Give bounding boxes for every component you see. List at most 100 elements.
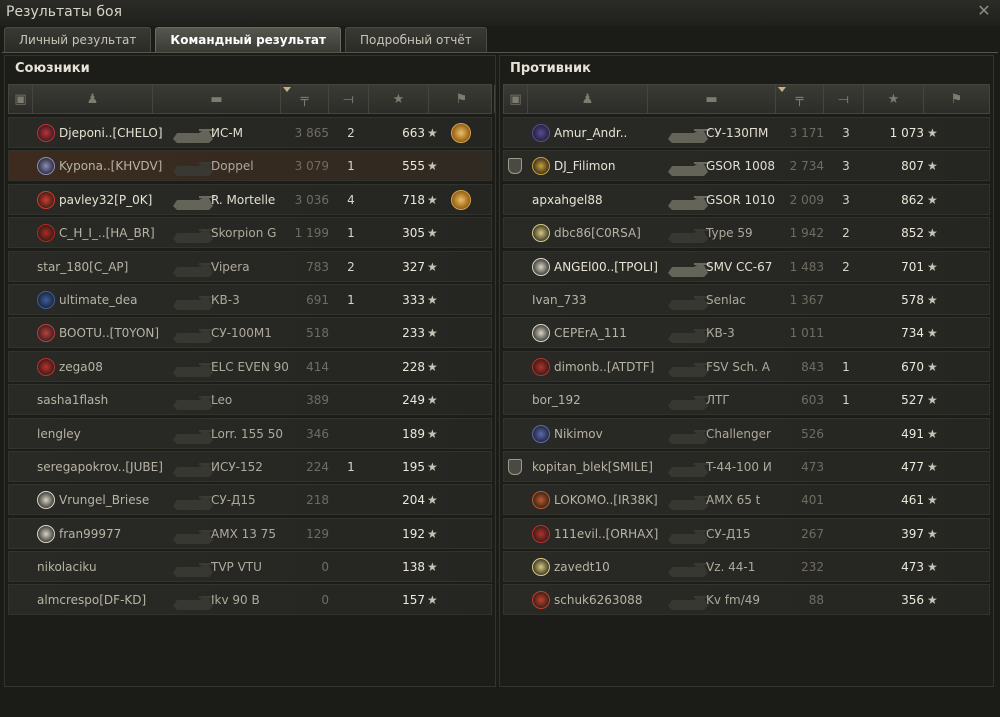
player-row[interactable]: Nikimov Challenger 526 491 ★	[503, 417, 990, 450]
wreath-clan-icon	[532, 491, 550, 510]
player-row[interactable]: lengley Lorr. 155 50 346 189 ★	[8, 417, 492, 450]
kills-value	[834, 552, 858, 583]
tab-detailed-report[interactable]: Подробный отчёт	[344, 27, 487, 52]
player-row[interactable]: dbc86[C0RSA] Type 59 1 942 2 852 ★	[503, 217, 990, 249]
player-row[interactable]: DJ_Filimon GSOR 1008 2 734 3 807 ★	[503, 150, 990, 182]
column-header-4[interactable]: ⟞	[824, 85, 864, 113]
column-header-1[interactable]: ♟	[33, 85, 153, 113]
column-header-2[interactable]: ▬	[153, 85, 281, 113]
xp-value: 305	[402, 226, 425, 241]
player-name[interactable]: nikolaciku	[37, 552, 167, 583]
player-row[interactable]: Kypona..[KHVDV] Doppel 3 079 1 555 ★	[8, 150, 492, 182]
player-name[interactable]: almcrespo[DF-KD]	[37, 585, 167, 616]
tab-team-result[interactable]: Командный результат	[155, 27, 341, 52]
player-row[interactable]: zavedt10 Vz. 44-1 232 473 ★	[503, 551, 990, 583]
player-name[interactable]: lengley	[37, 419, 167, 450]
medal-icon[interactable]	[451, 189, 471, 210]
diamond-clan-icon	[37, 357, 55, 376]
damage-value: 691	[306, 292, 329, 307]
player-row[interactable]: ANGEl00..[TPOLI] SMV CC-67 1 483 2 701 ★	[503, 250, 990, 282]
column-header-3[interactable]: ╤	[776, 85, 824, 113]
xp-star-icon: ★	[927, 560, 938, 575]
player-row[interactable]: apxahgel88 GSOR 1010 2 009 3 862 ★	[503, 183, 990, 216]
kills-value	[834, 485, 858, 516]
xp-star-icon: ★	[427, 192, 438, 207]
tank-icon	[664, 188, 712, 214]
player-row[interactable]: Amur_Andr.. СУ-130ПМ 3 171 3 1 073 ★	[503, 117, 990, 148]
player-name[interactable]: sasha1flash	[37, 385, 167, 416]
close-icon[interactable]: ✕	[974, 1, 994, 21]
column-header-5[interactable]: ★	[369, 85, 429, 113]
player-row[interactable]: fran99977 AMX 13 75 129 192 ★	[8, 517, 492, 549]
damage-value: 0	[321, 593, 329, 608]
tank-icon	[169, 355, 217, 381]
column-header-0[interactable]: ▣	[504, 85, 528, 113]
red-white-clan-icon	[37, 324, 55, 343]
b-badge-clan-icon	[532, 124, 550, 142]
kills-value	[834, 519, 858, 550]
damage-value: 473	[801, 459, 824, 474]
kills-value	[834, 419, 858, 450]
column-header-6[interactable]: ⚑	[429, 85, 495, 113]
player-row[interactable]: Djeponi..[CHELO] ИС-М 3 865 2 663 ★	[8, 117, 492, 148]
damage-value: 389	[306, 393, 329, 408]
xp-star-icon: ★	[927, 426, 938, 441]
damage-value: 518	[306, 326, 329, 341]
column-header-2[interactable]: ▬	[648, 85, 776, 113]
tab-personal-result[interactable]: Личный результат	[4, 27, 152, 52]
damage-value: 1 942	[789, 226, 824, 241]
player-row[interactable]: Vrungel_Briese СУ-Д15 218 204 ★	[8, 484, 492, 516]
allies-title: Союзники	[15, 61, 90, 76]
player-row[interactable]: star_180[C_AP] Vipera 783 2 327 ★	[8, 250, 492, 283]
column-header-6[interactable]: ⚑	[924, 85, 990, 113]
player-row[interactable]: dimonb..[ATDTF] FSV Sch. A 843 1 670 ★	[503, 350, 990, 382]
player-row[interactable]: C_H_I_..[HA_BR] Skorpion G1 199 1 305 ★	[8, 217, 492, 249]
player-row[interactable]: zega08 ELC EVEN 90 414 228 ★	[8, 350, 492, 382]
sort-arrow-icon[interactable]	[283, 87, 291, 92]
player-row[interactable]: ultimate_dea КВ-3 691 1 333 ★	[8, 283, 492, 315]
xp-value: 228	[402, 359, 425, 374]
rank-badge-icon: ▣	[509, 91, 522, 107]
tank-icon	[664, 455, 712, 481]
sort-arrow-icon[interactable]	[778, 87, 786, 92]
player-row[interactable]: seregapokrov..[JUBE] ИСУ-152 224 1 195 ★	[8, 450, 492, 483]
tank-icon	[169, 121, 217, 147]
kills-value: 1	[842, 359, 850, 374]
player-name[interactable]: seregapokrov..[JUBE]	[37, 452, 167, 483]
player-row[interactable]: kopitan_blek[SMILE] T-44-100 И 473 477 ★	[503, 450, 990, 483]
xp-value: 195	[402, 459, 425, 474]
diamond-clan-icon	[532, 324, 550, 343]
damage-gun-icon: ╤	[795, 91, 804, 107]
column-header-5[interactable]: ★	[864, 85, 924, 113]
player-row[interactable]: nikolaciku TVP VTU 0 138 ★	[8, 551, 492, 583]
kills-value: 1	[842, 393, 850, 408]
tank-icon	[169, 455, 217, 481]
column-header-3[interactable]: ╤	[281, 85, 329, 113]
player-name[interactable]: bor_192	[532, 385, 662, 416]
player-row[interactable]: almcrespo[DF-KD] Ikv 90 B 0 157 ★	[8, 584, 492, 616]
player-name[interactable]: apxahgel88	[532, 185, 662, 216]
player-row[interactable]: LOKOMO..[IR38K] AMX 65 t 401 461 ★	[503, 484, 990, 516]
player-row[interactable]: BOOTU..[T0YON] СУ-100М1 518 233 ★	[8, 317, 492, 349]
player-row[interactable]: Ivan_733 Senlac 1 367 578 ★	[503, 283, 990, 316]
player-row[interactable]: pavley32[P_0K] R. Mortelle 3 036 4 718 ★	[8, 183, 492, 215]
medal-icon[interactable]	[451, 123, 471, 143]
player-row[interactable]: bor_192 ЛТГ 603 1 527 ★	[503, 384, 990, 416]
player-row[interactable]: СЕРЕrA_111 КВ-3 1 011 734 ★	[503, 317, 990, 349]
player-name[interactable]: kopitan_blek[SMILE]	[532, 452, 662, 483]
xp-star-icon: ★	[427, 426, 438, 441]
player-row[interactable]: 111evil..[ORHAX] СУ-Д15 267 397 ★	[503, 517, 990, 550]
damage-value: 129	[306, 526, 329, 541]
column-header-1[interactable]: ♟	[528, 85, 648, 113]
damage-value: 3 036	[294, 192, 329, 207]
column-header-4[interactable]: ⟞	[329, 85, 369, 113]
kills-value	[339, 585, 363, 616]
xp-value: 138	[402, 560, 425, 575]
player-name[interactable]: Ivan_733	[532, 285, 662, 316]
player-row[interactable]: sasha1flash Leo 389 249 ★	[8, 384, 492, 416]
column-header-0[interactable]: ▣	[9, 85, 33, 113]
player-row[interactable]: schuk6263088 Kv fm/49 88 356 ★	[503, 584, 990, 616]
xp-value: 491	[901, 426, 924, 441]
player-name[interactable]: star_180[C_AP]	[37, 252, 167, 283]
damage-gun-icon: ╤	[300, 91, 309, 107]
